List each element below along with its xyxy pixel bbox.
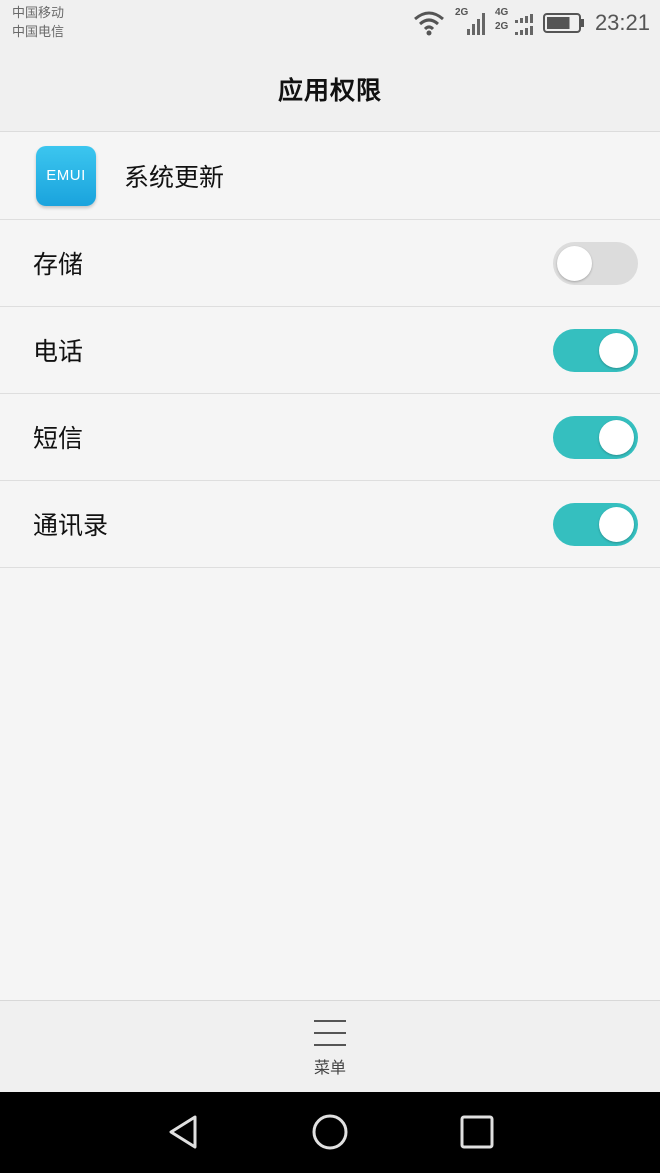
status-time: 23:21 (594, 10, 650, 35)
toggle-knob (599, 506, 634, 542)
permission-label: 短信 (33, 424, 84, 453)
carrier-2: 中国电信 (12, 25, 65, 40)
permission-label: 存储 (33, 250, 84, 279)
permission-label: 电话 (33, 337, 84, 366)
app-header: EMUI 系统更新 (0, 132, 660, 220)
network-type-2b: 2G (494, 21, 509, 32)
permission-row-storage[interactable]: 存储 (0, 220, 660, 307)
carrier-info: 中国移动 中国电信 (12, 4, 64, 42)
storage-toggle[interactable] (553, 241, 638, 285)
permission-row-contacts[interactable]: 通讯录 (0, 481, 660, 568)
emui-app-icon: EMUI (36, 145, 96, 206)
carrier-1: 中国移动 (12, 6, 65, 21)
status-icons: 2G 4G 2G 23:21 (413, 6, 650, 40)
contacts-toggle[interactable] (553, 502, 638, 546)
screen: 中国移动 中国电信 2G 4G 2G 23:21 应用权限 EMUI 系统更新 … (0, 0, 660, 1173)
phone-toggle[interactable] (553, 328, 638, 372)
menu-label: 菜单 (313, 1057, 346, 1077)
title-bar: 应用权限 (0, 46, 660, 132)
network-type-2a: 4G (494, 7, 509, 18)
signal-bars-1 (466, 13, 485, 35)
app-icon-text: EMUI (46, 167, 86, 184)
signal-bars-2b (514, 26, 533, 35)
navigation-bar (0, 1092, 660, 1173)
signal-bars-2a (514, 14, 533, 23)
permission-row-sms[interactable]: 短信 (0, 394, 660, 481)
recents-icon[interactable] (457, 1112, 497, 1152)
permission-list: 存储 电话 短信 通讯录 (0, 220, 660, 568)
signal-icon-sim2: 4G 2G (494, 7, 533, 37)
page-title: 应用权限 (277, 75, 382, 105)
sms-toggle[interactable] (553, 415, 638, 459)
app-name: 系统更新 (124, 162, 225, 192)
menu-icon (314, 1019, 346, 1046)
permission-label: 通讯录 (33, 511, 109, 540)
toggle-knob (557, 245, 592, 281)
wifi-icon (413, 11, 444, 36)
menu-button[interactable]: 菜单 (0, 1000, 660, 1092)
signal-icon-sim1: 2G (455, 7, 485, 37)
battery-icon (542, 13, 584, 33)
back-icon[interactable] (164, 1112, 204, 1152)
toggle-knob (599, 419, 634, 455)
status-bar: 中国移动 中国电信 2G 4G 2G 23:21 (0, 0, 660, 46)
permission-row-phone[interactable]: 电话 (0, 307, 660, 394)
home-icon[interactable] (310, 1112, 350, 1152)
toggle-knob (599, 332, 634, 368)
